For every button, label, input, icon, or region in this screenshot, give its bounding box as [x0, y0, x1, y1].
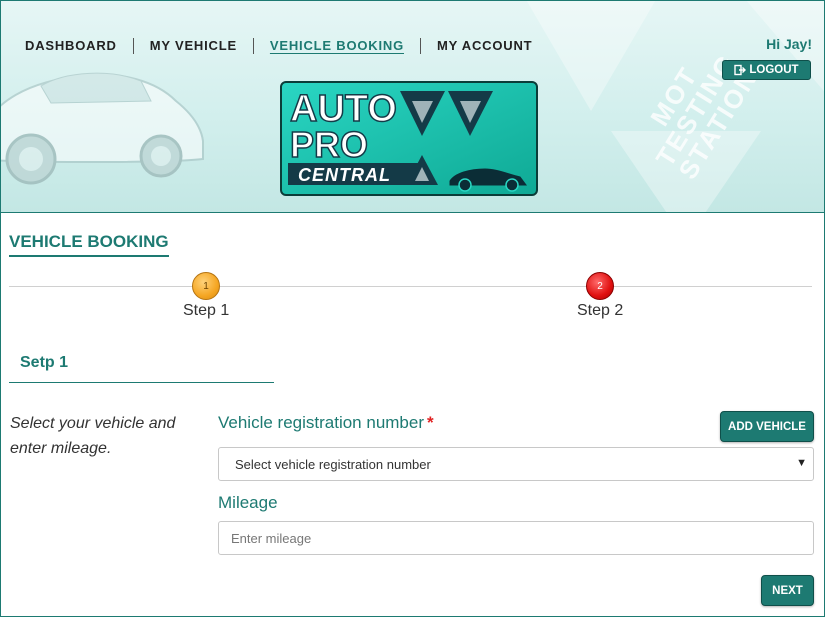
svg-text:PRO: PRO [290, 124, 368, 165]
add-vehicle-button[interactable]: ADD VEHICLE [720, 411, 814, 442]
car-background-image [1, 72, 204, 185]
user-greeting: Hi Jay! [766, 36, 812, 52]
step-1-label: Step 1 [183, 302, 230, 319]
registration-select[interactable]: Select vehicle registration number ▼ [218, 447, 814, 481]
nav-my-vehicle[interactable]: MY VEHICLE [134, 38, 253, 54]
nav-my-account[interactable]: MY ACCOUNT [421, 38, 548, 54]
autopro-central-logo[interactable]: AUTO PRO CENTRAL [280, 81, 538, 196]
sign-out-icon [734, 64, 747, 76]
registration-label: Vehicle registration number * [218, 413, 434, 433]
step-2-label: Step 2 [577, 302, 624, 319]
dropdown-caret-icon: ▼ [796, 457, 807, 469]
step-progress-line [9, 286, 812, 287]
registration-label-text: Vehicle registration number [218, 413, 425, 432]
step-1-indicator: 1 [192, 272, 220, 300]
next-button[interactable]: NEXT [761, 575, 814, 606]
main-nav: DASHBOARD MY VEHICLE VEHICLE BOOKING MY … [9, 37, 548, 55]
nav-vehicle-booking[interactable]: VEHICLE BOOKING [254, 38, 420, 54]
step-2-indicator: 2 [586, 272, 614, 300]
help-text: Select your vehicle and enter mileage. [10, 415, 176, 457]
mileage-input[interactable] [218, 521, 814, 555]
mileage-label: Mileage [218, 493, 278, 512]
required-marker: * [427, 413, 434, 432]
section-title: Setp 1 [9, 354, 274, 383]
header: MOT TESTING STATION DASHBOARD MY VEHICLE… [1, 1, 824, 213]
logout-button[interactable]: LOGOUT [722, 60, 811, 80]
logout-label: LOGOUT [749, 64, 799, 76]
nav-dashboard[interactable]: DASHBOARD [9, 38, 133, 54]
app-frame: MOT TESTING STATION DASHBOARD MY VEHICLE… [0, 0, 825, 617]
svg-text:CENTRAL: CENTRAL [298, 165, 391, 185]
page-title: VEHICLE BOOKING [9, 232, 169, 257]
registration-select-value: Select vehicle registration number [235, 456, 431, 472]
